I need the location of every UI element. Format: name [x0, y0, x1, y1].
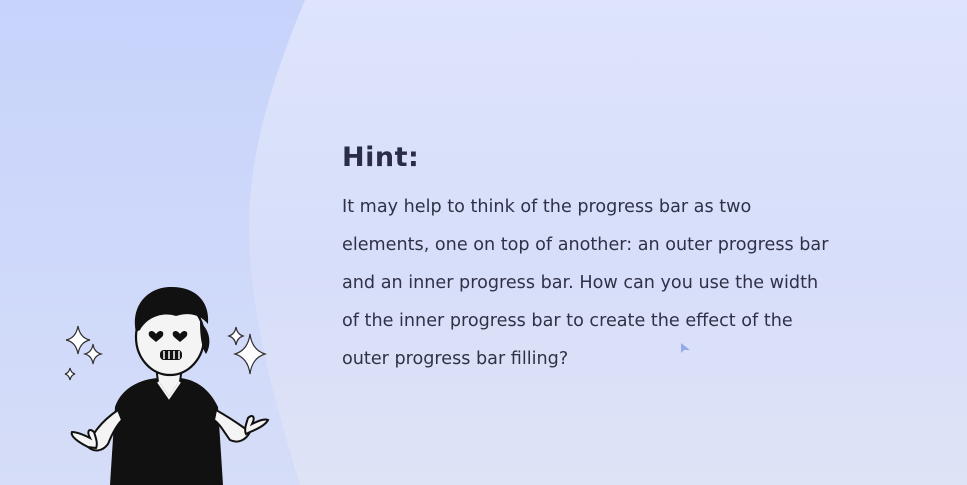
sparkle-icon — [227, 326, 268, 375]
hint-content: Hint: It may help to think of the progre… — [342, 138, 842, 378]
sparkle-icon — [64, 325, 104, 381]
hint-body: It may help to think of the progress bar… — [342, 197, 829, 369]
shrugging-person-icon — [64, 286, 270, 485]
hint-title: Hint: — [342, 142, 420, 173]
mouse-cursor-icon — [681, 343, 690, 353]
slide: Hint: It may help to think of the progre… — [0, 0, 967, 485]
